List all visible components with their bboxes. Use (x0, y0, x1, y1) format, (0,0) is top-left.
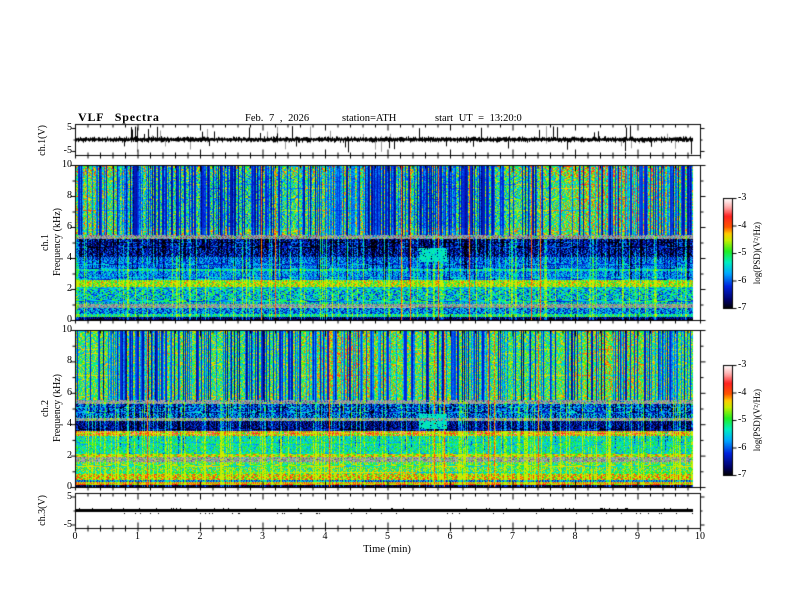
x-tick-label: 2 (197, 531, 203, 542)
x-tick-label: 6 (447, 531, 453, 542)
y-tick-label: 5 (67, 122, 72, 134)
x-tick-label: 10 (695, 531, 705, 542)
colorbar-tick-label: -7 (738, 302, 747, 313)
y-tick-label: 6 (67, 386, 72, 398)
x-tick-label: 5 (385, 531, 390, 542)
colorbar-tick-label: -6 (738, 441, 747, 453)
spec2-channel-label: ch.2 (39, 400, 51, 417)
x-axis-title: Time (min) (363, 544, 411, 555)
y-tick-label: 5 (67, 490, 72, 502)
x-tick-label: 7 (510, 531, 515, 542)
x-tick-label: 0 (72, 531, 78, 542)
y-tick-label: 4 (67, 252, 72, 263)
ch1-voltage-axis-label: ch.1(V) (36, 124, 48, 156)
y-tick-label: 2 (67, 449, 72, 461)
colorbar-tick-label: -3 (738, 359, 747, 370)
x-tick-label: 1 (135, 531, 140, 542)
y-tick-label: -5 (63, 518, 72, 530)
start-ut-label: start UT = 13:20:0 (435, 113, 522, 124)
x-tick-label: 4 (322, 531, 328, 542)
x-tick-label: 3 (260, 531, 265, 542)
x-tick-label: 8 (572, 531, 578, 542)
colorbar-tick-label: -3 (738, 192, 747, 203)
y-tick-label: 6 (67, 221, 72, 232)
colorbar-tick-label: -4 (738, 219, 747, 231)
colorbar-tick-label: -4 (738, 386, 747, 398)
station-label: station=ATH (342, 113, 397, 124)
colorbar-tick-label: -7 (738, 469, 747, 480)
spec1-channel-label: ch.1 (39, 234, 51, 251)
colorbar-tick-label: -6 (738, 274, 747, 286)
ch3-voltage-axis-label: ch.3(V) (36, 494, 48, 526)
y-tick-label: 10 (62, 324, 72, 335)
y-tick-label: 8 (67, 355, 72, 367)
y-tick-label: 2 (67, 283, 72, 294)
y-tick-label: -5 (63, 144, 72, 156)
figure-date: Feb. 7 , 2026 (245, 113, 310, 124)
plot-canvas (0, 0, 792, 612)
colorbar-tick-label: -5 (738, 414, 747, 425)
y-tick-label: 4 (67, 418, 72, 430)
figure-title: VLF Spectra (78, 110, 160, 124)
y-tick-label: 10 (62, 159, 72, 170)
y-tick-label: 8 (67, 190, 72, 201)
spec2-frequency-axis-label: Frequency (kHz) (51, 374, 63, 443)
x-tick-label: 9 (635, 531, 640, 542)
spec1-frequency-axis-label: Frequency (kHz) (51, 208, 63, 277)
colorbar-tick-label: -5 (738, 247, 747, 258)
vlf-spectra-figure: VLF Spectra Feb. 7 , 2026 station=ATH st… (0, 0, 792, 612)
